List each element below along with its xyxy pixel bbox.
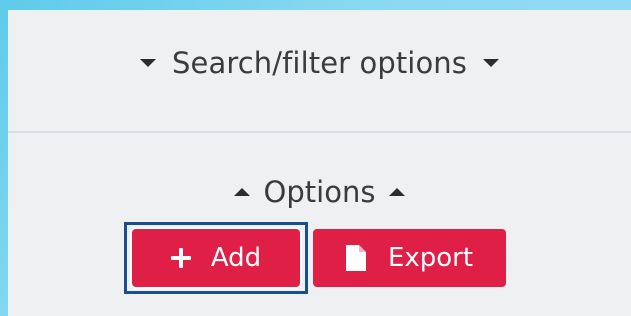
export-button-label: Export: [387, 243, 474, 273]
add-button[interactable]: Add: [132, 229, 300, 287]
caret-up-icon: [389, 188, 406, 196]
export-button[interactable]: Export: [313, 229, 506, 287]
options-toggle[interactable]: Options: [8, 170, 631, 214]
file-icon: [345, 245, 366, 271]
options-label: Options: [263, 175, 376, 209]
caret-up-icon: [233, 188, 250, 196]
add-button-label: Add: [210, 243, 262, 273]
search-filter-toggle[interactable]: Search/filter options: [8, 38, 631, 88]
caret-down-icon: [483, 59, 499, 67]
plus-icon: [170, 248, 191, 268]
options-panel: Search/filter options Options Add Export: [8, 10, 631, 316]
search-filter-label: Search/filter options: [172, 46, 467, 80]
section-divider: [8, 131, 631, 133]
caret-down-icon: [140, 59, 156, 67]
